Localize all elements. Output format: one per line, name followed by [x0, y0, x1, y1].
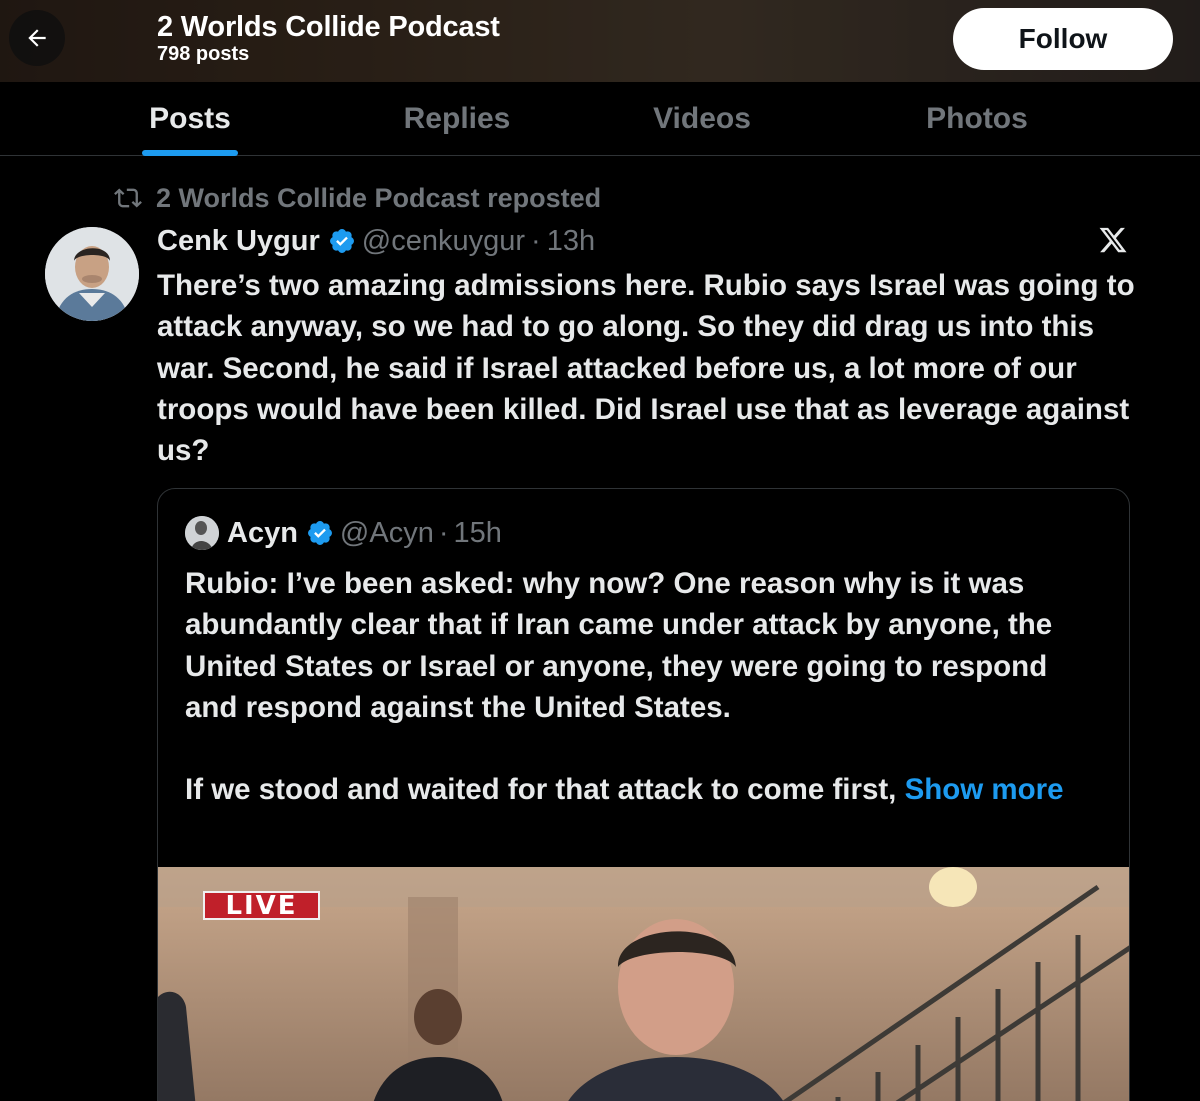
- repost-icon: [114, 188, 142, 208]
- quoted-text-content: Rubio: I’ve been asked: why now? One rea…: [185, 567, 1053, 807]
- quoted-author-handle: @Acyn: [339, 516, 434, 549]
- post-time[interactable]: 13h: [547, 225, 595, 258]
- tab-posts[interactable]: Posts: [100, 82, 280, 155]
- repost-indicator[interactable]: 2 Worlds Collide Podcast reposted: [112, 182, 601, 214]
- author-avatar[interactable]: [45, 227, 139, 321]
- quoted-post-header: Acyn @Acyn · 15h: [185, 513, 502, 553]
- follow-button[interactable]: Follow: [953, 8, 1173, 70]
- post-text: There’s two amazing admissions here. Rub…: [157, 269, 1143, 468]
- tab-replies[interactable]: Replies: [367, 82, 547, 155]
- post-header: Cenk Uygur @cenkuygur · 13h: [157, 222, 595, 260]
- tab-photos[interactable]: Photos: [887, 82, 1067, 155]
- separator-dot: ·: [438, 516, 449, 549]
- video-thumbnail[interactable]: LIVE: [158, 867, 1129, 1101]
- quoted-author-name: Acyn: [227, 516, 298, 549]
- verified-badge-icon: [307, 521, 332, 545]
- back-arrow-icon: [28, 29, 46, 47]
- quoted-post-time: 15h: [453, 516, 502, 549]
- show-more-link[interactable]: Show more: [905, 773, 1064, 806]
- back-button[interactable]: [9, 10, 65, 66]
- profile-name: 2 Worlds Collide Podcast: [157, 11, 500, 43]
- quoted-post[interactable]: Acyn @Acyn · 15h Rubio: I’ve been asked:…: [157, 488, 1130, 1101]
- quoted-post-text: Rubio: I’ve been asked: why now? One rea…: [185, 563, 1105, 811]
- avatar-photo: [185, 516, 219, 550]
- post-count: 798 posts: [157, 43, 250, 65]
- tab-videos[interactable]: Videos: [612, 82, 792, 155]
- verified-badge-icon: [329, 229, 354, 253]
- profile-tabs: Posts Replies Videos Photos: [0, 82, 1200, 156]
- author-name[interactable]: Cenk Uygur: [157, 225, 320, 258]
- profile-page: 2 Worlds Collide Podcast 798 posts Follo…: [0, 0, 1200, 1101]
- quoted-author-avatar: [185, 516, 219, 550]
- active-tab-indicator: [142, 150, 238, 156]
- author-handle[interactable]: @cenkuygur: [362, 225, 525, 258]
- x-logo-icon: [1099, 227, 1127, 253]
- avatar-photo: [45, 227, 139, 321]
- profile-header: 2 Worlds Collide Podcast 798 posts Follo…: [0, 0, 1200, 82]
- separator-dot: ·: [531, 224, 541, 257]
- live-badge: LIVE: [203, 891, 320, 921]
- repost-label: 2 Worlds Collide Podcast reposted: [156, 182, 602, 213]
